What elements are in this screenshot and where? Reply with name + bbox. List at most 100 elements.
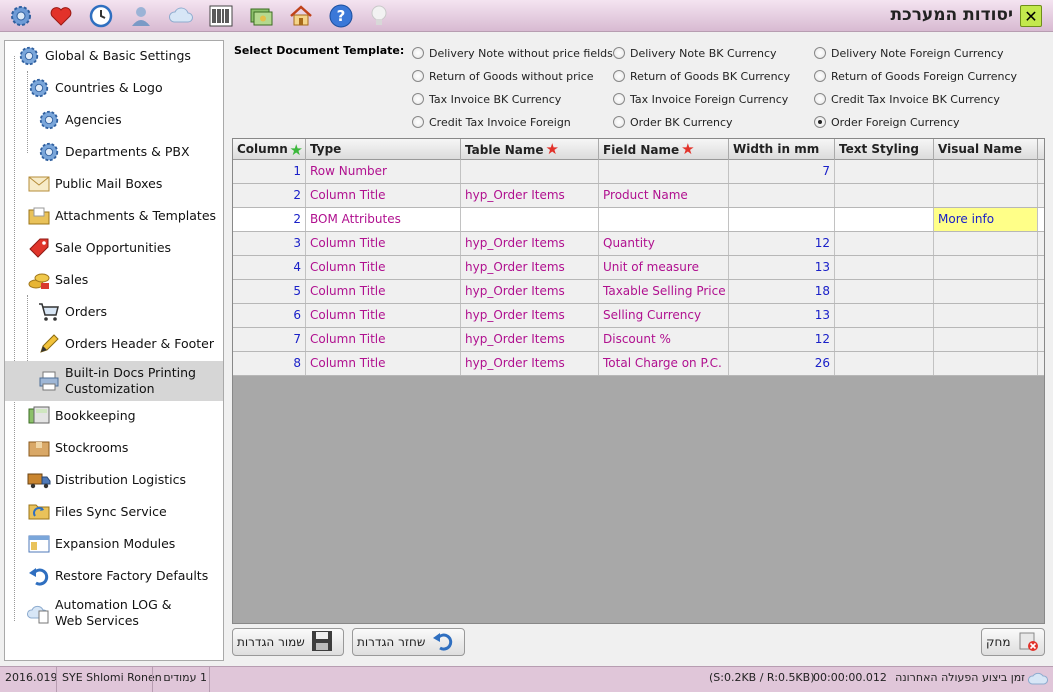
user-icon[interactable]	[128, 3, 154, 29]
cell-width[interactable]: 26	[729, 352, 835, 375]
radio-button[interactable]	[814, 70, 826, 82]
cell-field-name[interactable]: Taxable Selling Price	[599, 280, 729, 303]
header-table-name[interactable]: Table Name ★	[461, 139, 599, 160]
sidebar-item-orders-header-footer[interactable]: Orders Header & Footer	[5, 329, 223, 359]
cell-text-styling[interactable]	[835, 184, 934, 207]
radio-button[interactable]	[613, 47, 625, 59]
header-text-styling[interactable]: Text Styling	[835, 139, 934, 160]
template-radio[interactable]: Return of Goods without price	[412, 68, 594, 84]
table-row[interactable]: 7 Column Title hyp_Order Items Discount % 12	[233, 328, 1044, 352]
cell-column[interactable]: 1	[233, 160, 306, 183]
table-row[interactable]: 4 Column Title hyp_Order Items Unit of meas…	[233, 256, 1044, 280]
cell-visual-name[interactable]	[934, 256, 1038, 279]
cell-column[interactable]: 6	[233, 304, 306, 327]
cell-text-styling[interactable]	[835, 160, 934, 183]
clock-icon[interactable]	[88, 3, 114, 29]
cell-width[interactable]: 13	[729, 256, 835, 279]
template-radio[interactable]: Tax Invoice BK Currency	[412, 91, 561, 107]
header-field-name[interactable]: Field Name ★	[599, 139, 729, 160]
header-type[interactable]: Type	[306, 139, 461, 160]
radio-button[interactable]	[814, 47, 826, 59]
sidebar-item-expansion-modules[interactable]: Expansion Modules	[5, 529, 223, 559]
cell-visual-name[interactable]	[934, 328, 1038, 351]
radio-button[interactable]	[814, 93, 826, 105]
sidebar-item-automation-log[interactable]: Automation LOG & Web Services	[5, 593, 223, 633]
sidebar-item-files-sync[interactable]: Files Sync Service	[5, 497, 223, 527]
cell-visual-name[interactable]	[934, 352, 1038, 375]
sidebar-item-stockrooms[interactable]: Stockrooms	[5, 433, 223, 463]
bulb-icon[interactable]	[366, 3, 392, 29]
table-row[interactable]: 5 Column Title hyp_Order Items Taxable Sell…	[233, 280, 1044, 304]
radio-button[interactable]	[412, 93, 424, 105]
sidebar-item-attachments[interactable]: Attachments & Templates	[5, 201, 223, 231]
close-button[interactable]: ✕	[1020, 5, 1042, 27]
header-width[interactable]: Width in mm	[729, 139, 835, 160]
sidebar-item-restore-defaults[interactable]: Restore Factory Defaults	[5, 561, 223, 591]
radio-button[interactable]	[412, 116, 424, 128]
sidebar-item-global-settings[interactable]: Global & Basic Settings	[5, 41, 223, 71]
sidebar-item-mail-boxes[interactable]: Public Mail Boxes	[5, 169, 223, 199]
table-row[interactable]: 8 Column Title hyp_Order Items Total Charge…	[233, 352, 1044, 376]
heart-icon[interactable]	[48, 3, 74, 29]
sidebar-item-countries-logo[interactable]: Countries & Logo	[5, 73, 223, 103]
radio-button[interactable]	[613, 93, 625, 105]
barcode-icon[interactable]	[208, 3, 234, 29]
template-radio[interactable]: Delivery Note Foreign Currency	[814, 45, 1003, 61]
sidebar-item-sales[interactable]: Sales	[5, 265, 223, 295]
cell-table-name[interactable]: hyp_Order Items	[461, 304, 599, 327]
cell-width[interactable]: 13	[729, 304, 835, 327]
cell-visual-name[interactable]	[934, 232, 1038, 255]
cell-table-name[interactable]	[461, 160, 599, 183]
radio-button[interactable]	[613, 70, 625, 82]
cell-visual-name[interactable]	[934, 184, 1038, 207]
template-radio[interactable]: Delivery Note without price fields	[412, 45, 613, 61]
cell-text-styling[interactable]	[835, 328, 934, 351]
cell-text-styling[interactable]	[835, 304, 934, 327]
cell-width[interactable]: 12	[729, 328, 835, 351]
sidebar-item-departments[interactable]: Departments & PBX	[5, 137, 223, 167]
template-radio[interactable]: Order BK Currency	[613, 114, 733, 130]
cell-table-name[interactable]: hyp_Order Items	[461, 352, 599, 375]
cell-type[interactable]: Column Title	[306, 304, 461, 327]
cell-type[interactable]: Column Title	[306, 232, 461, 255]
delete-button[interactable]: מחק	[981, 628, 1045, 656]
table-row[interactable]: 3 Column Title hyp_Order Items Quantity 12	[233, 232, 1044, 256]
cell-type[interactable]: Row Number	[306, 160, 461, 183]
cell-table-name[interactable]: hyp_Order Items	[461, 184, 599, 207]
template-radio[interactable]: Return of Goods Foreign Currency	[814, 68, 1017, 84]
template-radio[interactable]: Credit Tax Invoice Foreign	[412, 114, 571, 130]
home-icon[interactable]	[288, 3, 314, 29]
help-icon[interactable]: ?	[328, 3, 354, 29]
cell-table-name[interactable]: hyp_Order Items	[461, 328, 599, 351]
cell-column[interactable]: 7	[233, 328, 306, 351]
table-row[interactable]: 6 Column Title hyp_Order Items Selling Curr…	[233, 304, 1044, 328]
header-column[interactable]: Column ★	[233, 139, 306, 160]
cell-field-name[interactable]	[599, 160, 729, 183]
header-visual-name[interactable]: Visual Name	[934, 139, 1038, 160]
cell-text-styling[interactable]	[835, 232, 934, 255]
cell-text-styling[interactable]	[835, 352, 934, 375]
cell-column[interactable]: 2	[233, 184, 306, 207]
cell-field-name[interactable]: Selling Currency	[599, 304, 729, 327]
cell-text-styling[interactable]	[835, 256, 934, 279]
sidebar-item-sale-opportunities[interactable]: Sale Opportunities	[5, 233, 223, 263]
cell-column[interactable]: 5	[233, 280, 306, 303]
table-row[interactable]: 1 Row Number 7	[233, 160, 1044, 184]
radio-button[interactable]	[412, 47, 424, 59]
template-radio-selected[interactable]: Order Foreign Currency	[814, 114, 960, 130]
cell-column[interactable]: 3	[233, 232, 306, 255]
cell-table-name[interactable]: hyp_Order Items	[461, 256, 599, 279]
restore-settings-button[interactable]: שחזר הגדרות	[352, 628, 465, 656]
sidebar-item-agencies[interactable]: Agencies	[5, 105, 223, 135]
cell-type[interactable]: Column Title	[306, 280, 461, 303]
cell-width[interactable]	[729, 184, 835, 207]
template-radio[interactable]: Tax Invoice Foreign Currency	[613, 91, 788, 107]
cell-type[interactable]: BOM Attributes	[306, 208, 461, 231]
cell-width[interactable]: 7	[729, 160, 835, 183]
cell-field-name[interactable]: Product Name	[599, 184, 729, 207]
money-icon[interactable]	[248, 3, 274, 29]
template-radio[interactable]: Credit Tax Invoice BK Currency	[814, 91, 1000, 107]
cell-column[interactable]: 8	[233, 352, 306, 375]
cell-width[interactable]: 12	[729, 232, 835, 255]
cell-type[interactable]: Column Title	[306, 184, 461, 207]
